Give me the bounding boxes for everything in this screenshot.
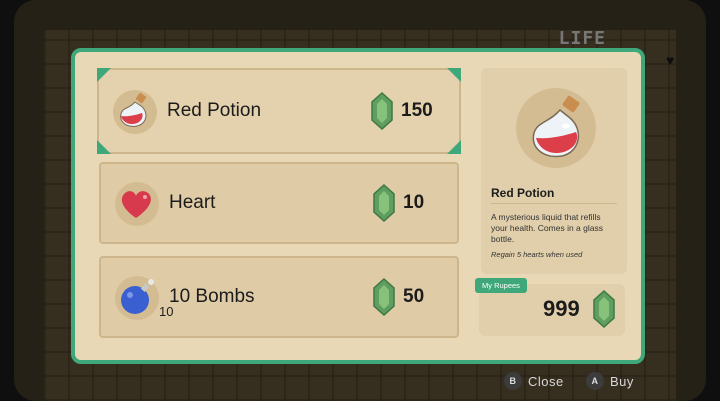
- detail-title: Red Potion: [491, 186, 555, 200]
- rupee-icon: [373, 278, 395, 316]
- selection-corner: [97, 140, 111, 154]
- item-price: 150: [401, 100, 433, 121]
- shop-item-bombs[interactable]: 10 10 Bombs 50: [99, 256, 459, 338]
- rupee-wallet: My Rupees 999: [475, 278, 625, 336]
- rupee-icon: [593, 290, 615, 328]
- close-label: Close: [528, 373, 564, 389]
- potion-icon: [516, 88, 596, 168]
- shop-item-red-potion[interactable]: Red Potion 150: [97, 68, 461, 154]
- buy-hint[interactable]: A Buy: [586, 372, 634, 390]
- detail-effect: Regain 5 hearts when used: [491, 250, 583, 259]
- potion-icon: [113, 90, 157, 134]
- shop-modal: Red Potion 150 Heart 10 10 10 Bombs 50 R…: [71, 48, 645, 364]
- item-price: 50: [403, 286, 425, 307]
- selection-corner: [447, 68, 461, 82]
- a-button-icon: A: [586, 372, 604, 390]
- rupee-icon: [371, 92, 393, 130]
- rupee-icon: [373, 184, 395, 222]
- b-button-icon: B: [504, 372, 522, 390]
- wallet-amount: 999: [543, 296, 580, 321]
- item-detail-panel: Red Potion A mysterious liquid that refi…: [481, 68, 627, 274]
- selection-corner: [447, 140, 461, 154]
- shop-item-heart[interactable]: Heart 10: [99, 162, 459, 244]
- item-name: 10 Bombs: [169, 286, 255, 307]
- buy-label: Buy: [610, 373, 634, 389]
- close-hint[interactable]: B Close: [504, 372, 564, 390]
- item-price: 10: [403, 192, 425, 213]
- detail-description: A mysterious liquid that refills your he…: [491, 212, 603, 244]
- selection-corner: [97, 68, 111, 82]
- divider: [491, 203, 617, 204]
- wallet-label: My Rupees: [475, 278, 527, 293]
- heart-icon: [115, 182, 159, 226]
- bomb-icon: 10: [115, 276, 173, 320]
- item-name: Heart: [169, 192, 216, 213]
- item-name: Red Potion: [167, 100, 262, 121]
